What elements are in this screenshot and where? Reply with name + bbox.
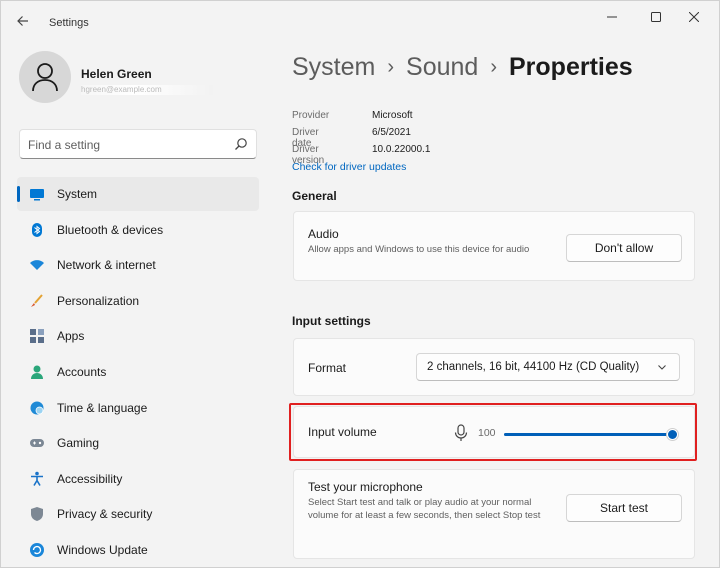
window-title: Settings [49,17,89,29]
back-button[interactable] [13,13,33,33]
test-microphone-title: Test your microphone [308,480,423,494]
breadcrumb-sound[interactable]: Sound [406,53,478,81]
arrow-left-icon [17,16,28,26]
accessibility-icon [31,471,43,486]
start-test-button[interactable]: Start test [566,494,682,522]
format-card: Format 2 channels, 16 bit, 44100 Hz (CD … [293,338,695,396]
sidebar-item-label: Privacy & security [57,507,153,522]
sidebar-item-time-language[interactable]: Time & language [17,391,259,425]
chevron-right-icon: › [490,56,497,78]
search-box[interactable] [19,129,257,159]
sidebar-item-label: Accounts [57,364,107,379]
search-icon[interactable] [234,137,248,151]
sidebar-item-apps[interactable]: Apps [17,319,259,353]
format-dropdown[interactable]: 2 channels, 16 bit, 44100 Hz (CD Quality… [416,353,680,381]
test-microphone-description: Select Start test and talk or play audio… [308,497,541,521]
settings-window: Settings Helen Green hgreen@example.com [0,0,720,568]
user-name: Helen Green [81,67,152,81]
globe-clock-icon [30,401,44,415]
format-selected-value: 2 channels, 16 bit, 44100 Hz (CD Quality… [427,361,640,373]
breadcrumb-system[interactable]: System [292,53,375,81]
dont-allow-button[interactable]: Don't allow [566,234,682,262]
sidebar-item-windows-update[interactable]: Windows Update [17,533,259,567]
apps-icon [30,329,44,344]
sidebar-item-privacy-security[interactable]: Privacy & security [17,497,259,531]
maximize-button[interactable] [639,7,673,29]
minimize-icon [607,16,617,18]
sidebar-item-label: Bluetooth & devices [57,222,164,237]
sidebar-item-label: Gaming [57,436,100,451]
bluetooth-icon [32,222,42,237]
sidebar-item-accessibility[interactable]: Accessibility [17,462,259,496]
sidebar-item-label: Accessibility [57,471,123,486]
audio-title: Audio [308,227,339,241]
person-icon [32,63,58,92]
test-microphone-card: Test your microphone Select Start test a… [293,469,695,559]
sidebar-item-label: System [57,187,98,201]
sidebar-item-network[interactable]: Network & internet [17,248,259,282]
format-label: Format [308,361,347,375]
sidebar-item-accounts[interactable]: Accounts [17,355,259,389]
chevron-right-icon: › [387,56,395,78]
sidebar-item-label: Personalization [57,293,140,308]
sidebar-nav: System Bluetooth & devices Network & int… [17,177,259,568]
sidebar-item-bluetooth[interactable]: Bluetooth & devices [17,213,259,247]
breadcrumb: System › Sound › Properties [292,53,633,89]
maximize-icon [651,12,661,22]
close-icon [688,11,700,23]
minimize-button[interactable] [595,7,629,29]
input-settings-section-title: Input settings [292,314,371,328]
sidebar-item-label: Network & internet [57,258,156,273]
audio-card: Audio Allow apps and Windows to use this… [293,211,695,281]
search-input[interactable] [28,136,224,153]
system-icon [30,189,44,201]
sidebar-item-personalization[interactable]: Personalization [17,284,259,318]
gamepad-icon [30,439,44,448]
sidebar-item-label: Windows Update [57,542,148,557]
property-label: Provider [292,110,330,121]
sidebar-item-system[interactable]: System [17,177,259,211]
close-button[interactable] [677,7,711,29]
avatar[interactable] [19,51,71,103]
page-title: Properties [509,53,633,81]
update-icon [30,542,44,557]
shield-icon [31,507,43,522]
general-section-title: General [292,189,337,203]
title-bar: Settings [1,1,719,41]
wifi-icon [30,260,44,271]
brush-icon [31,294,43,307]
check-driver-updates-link[interactable]: Check for driver updates [292,161,406,173]
sidebar-item-gaming[interactable]: Gaming [17,426,259,460]
property-value: 10.0.22000.1 [372,144,431,155]
property-value: 6/5/2021 [372,127,411,138]
audio-description: Allow apps and Windows to use this devic… [308,244,530,255]
sidebar-item-label: Time & language [57,400,148,415]
user-email: hgreen@example.com [81,85,213,95]
sidebar-item-label: Apps [57,329,85,344]
chevron-down-icon [658,365,666,370]
person-icon [31,365,43,379]
highlight-box [289,403,697,461]
property-value: Microsoft [372,110,413,121]
